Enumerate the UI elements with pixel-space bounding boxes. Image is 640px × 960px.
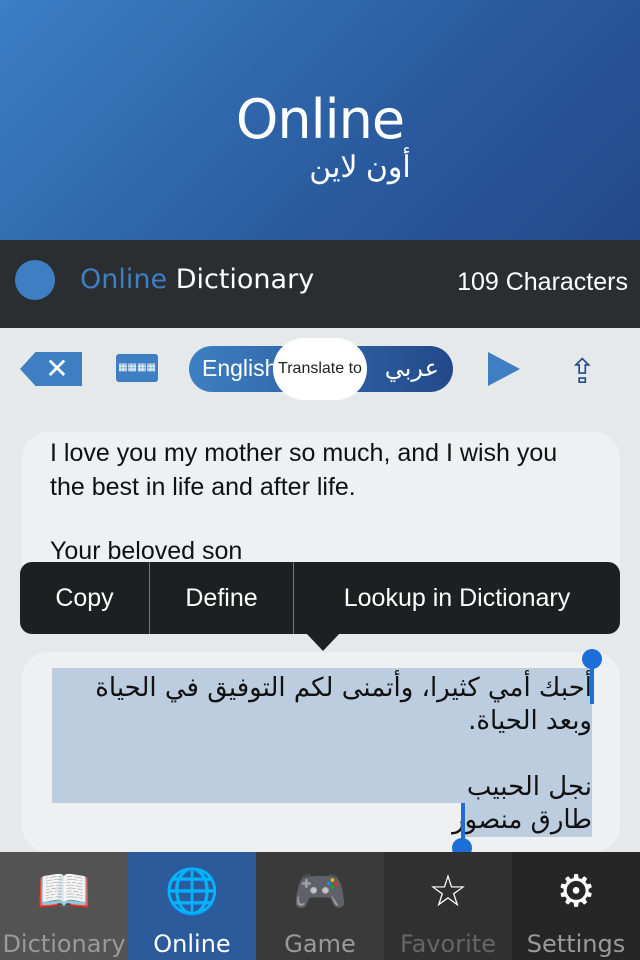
translation-text: أحبك أمي كثيرا، وأتمنى لكم التوفيق في ال… bbox=[95, 673, 592, 835]
menu-lookup[interactable]: Lookup in Dictionary bbox=[294, 562, 620, 634]
header-bar: Online Dictionary 109 Characters bbox=[0, 240, 640, 328]
clear-button[interactable]: ✕ bbox=[20, 352, 82, 386]
menu-copy[interactable]: Copy bbox=[20, 562, 150, 634]
source-language[interactable]: English bbox=[202, 355, 277, 382]
globe-icon bbox=[15, 260, 55, 300]
tab-settings[interactable]: ⚙ Settings bbox=[512, 852, 640, 960]
app-title: Online Dictionary bbox=[80, 264, 315, 295]
selection-end-handle[interactable] bbox=[461, 803, 465, 843]
language-switch[interactable]: English عربي Translate to bbox=[189, 338, 453, 400]
tab-dictionary[interactable]: 📖 Dictionary bbox=[0, 852, 128, 960]
star-icon: ☆ bbox=[428, 866, 468, 917]
banner-subtitle: أون لاين bbox=[309, 151, 411, 184]
context-menu: Copy Define Lookup in Dictionary bbox=[20, 562, 620, 634]
gamepad-icon: 🎮 bbox=[292, 866, 348, 917]
menu-define[interactable]: Define bbox=[150, 562, 294, 634]
source-text: I love you my mother so much, and I wish… bbox=[50, 439, 558, 501]
tab-favorite[interactable]: ☆ Favorite bbox=[384, 852, 512, 960]
play-icon[interactable] bbox=[488, 352, 520, 386]
tab-bar: 📖 Dictionary 🌐 Online 🎮 Game ☆ Favorite ⚙ Set… bbox=[0, 852, 640, 960]
gear-icon: ⚙ bbox=[556, 866, 596, 917]
tab-game[interactable]: 🎮 Game bbox=[256, 852, 384, 960]
page-banner: Online أون لاين bbox=[0, 0, 640, 240]
globe-icon: 🌐 bbox=[164, 866, 220, 917]
selection-start-knob[interactable] bbox=[582, 649, 602, 669]
context-menu-arrow bbox=[306, 633, 340, 651]
banner-title: Online bbox=[235, 88, 405, 151]
keyboard-button[interactable]: ▦▦▦▦ bbox=[116, 354, 158, 382]
tab-online[interactable]: 🌐 Online bbox=[128, 852, 256, 960]
book-icon: 📖 bbox=[36, 866, 92, 917]
translate-button[interactable]: Translate to bbox=[273, 338, 367, 400]
character-count: 109 Characters bbox=[457, 268, 628, 296]
target-language[interactable]: عربي bbox=[385, 354, 439, 383]
toolbar: ✕ ▦▦▦▦ English عربي Translate to ⇪ bbox=[0, 328, 640, 424]
share-icon[interactable]: ⇪ bbox=[568, 352, 608, 392]
